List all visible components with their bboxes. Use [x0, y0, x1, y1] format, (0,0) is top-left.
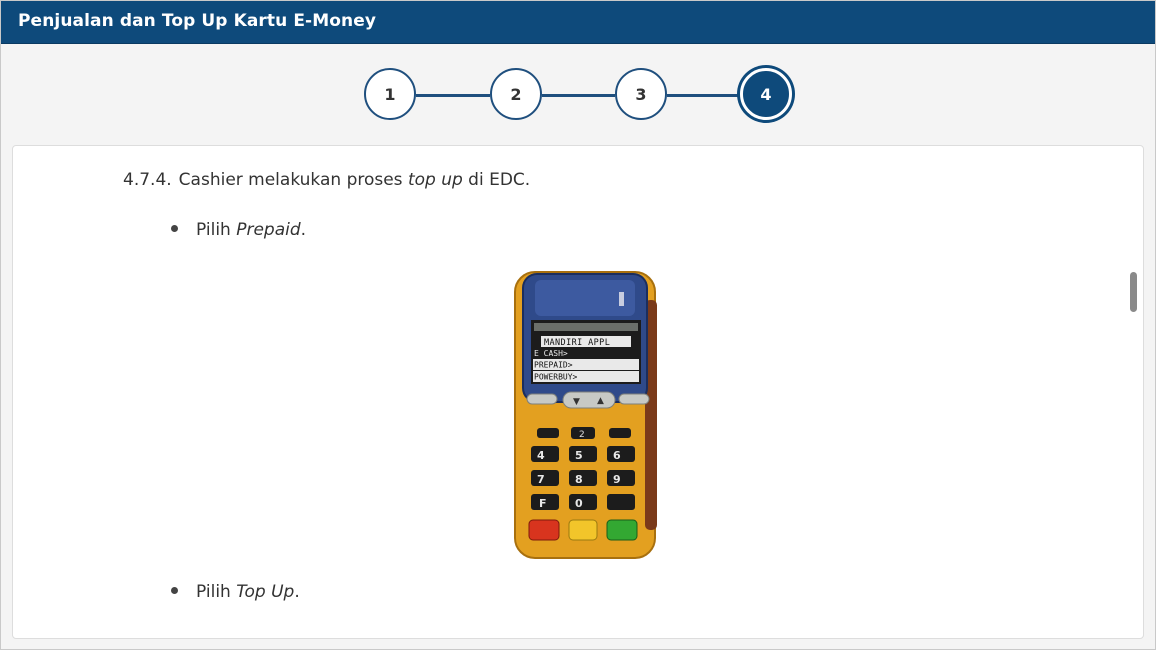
key-4: 4	[537, 449, 545, 462]
bullet-dot	[171, 224, 178, 232]
step-1-button[interactable]: 1	[364, 68, 416, 120]
content-panel: 4.7.4. Cashier melakukan proses top up di…	[12, 145, 1144, 639]
step-text-italic: top up	[407, 170, 463, 190]
svg-text:▲: ▲	[597, 396, 604, 406]
stepper-connector	[416, 94, 490, 97]
stepper-connector	[667, 94, 740, 97]
bullet-suffix: .	[294, 582, 300, 602]
title-bar: Penjualan dan Top Up Kartu E-Money	[1, 1, 1155, 44]
screen-line-prepaid: PREPAID>	[534, 361, 573, 370]
scrollbar-thumb[interactable]	[1130, 272, 1137, 312]
progress-stepper: 1 2 3 4	[1, 43, 1155, 147]
screen-line-ecash: E CASH>	[534, 349, 568, 358]
bullet-suffix: .	[300, 220, 307, 240]
key-8: 8	[575, 473, 583, 486]
app-window: Penjualan dan Top Up Kartu E-Money 1 2 3…	[0, 0, 1156, 650]
step-heading: 4.7.4. Cashier melakukan proses top up di…	[123, 170, 530, 190]
key-6: 6	[613, 449, 621, 462]
bullet-dot	[171, 586, 178, 594]
edc-device-image: MANDIRI APPL E CASH> PREPAID> POWERBUY> …	[507, 270, 661, 560]
edc-terminal-illustration: MANDIRI APPL E CASH> PREPAID> POWERBUY> …	[514, 271, 657, 559]
bullet-prefix: Pilih	[196, 582, 237, 602]
bullet-italic: Top Up	[236, 582, 295, 602]
stepper-connector	[542, 94, 615, 97]
key-5: 5	[575, 449, 583, 462]
step-text-prefix: Cashier melakukan proses	[178, 170, 408, 190]
window-title: Penjualan dan Top Up Kartu E-Money	[18, 11, 377, 31]
screen-line-title: MANDIRI APPL	[544, 338, 610, 348]
bullet-item-prepaid: Pilih Prepaid.	[171, 220, 306, 240]
bullet-italic: Prepaid	[236, 220, 301, 240]
screen-line-powerbuy: POWERBUY>	[534, 373, 578, 382]
key-2: 2	[579, 430, 585, 440]
step-number: 4.7.4.	[123, 170, 172, 190]
key-9: 9	[613, 473, 621, 486]
bullet-item-top-up: Pilih Top Up.	[171, 582, 300, 602]
key-0: 0	[575, 497, 583, 510]
step-text-suffix: di EDC.	[462, 170, 531, 190]
svg-text:▼: ▼	[573, 397, 580, 407]
step-4-button[interactable]: 4	[740, 68, 792, 120]
key-7: 7	[537, 473, 545, 486]
step-2-button[interactable]: 2	[490, 68, 542, 120]
key-f: F	[539, 497, 547, 510]
bullet-prefix: Pilih	[196, 220, 237, 240]
step-3-button[interactable]: 3	[615, 68, 667, 120]
